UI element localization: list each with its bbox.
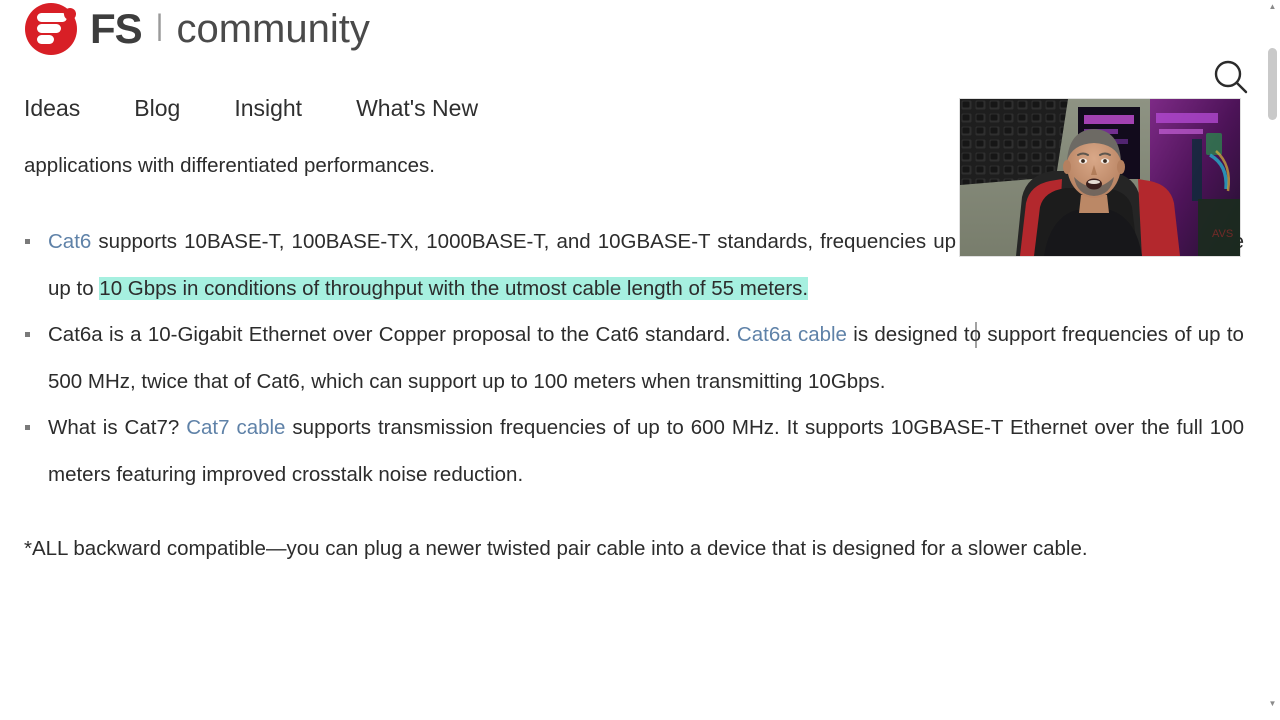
page-scrollbar[interactable]: ▲ ▼ [1265, 0, 1280, 720]
brand-separator: | [155, 9, 164, 42]
svg-text:AVS: AVS [1212, 228, 1233, 240]
webcam-video-overlay[interactable]: AVS [960, 99, 1240, 256]
scroll-down-arrow-icon[interactable]: ▼ [1268, 699, 1277, 708]
brand-community-text: community [176, 7, 370, 51]
scroll-up-arrow-icon[interactable]: ▲ [1268, 2, 1277, 11]
bullet2-text-before: Cat6a is a 10-Gigabit Ethernet over Copp… [48, 323, 737, 346]
footnote-paragraph: *ALL backward compatible—you can plug a … [24, 537, 1088, 560]
search-icon[interactable] [1212, 58, 1250, 96]
brand-logo[interactable]: FS | community [24, 3, 370, 55]
list-item: Cat6a is a 10-Gigabit Ethernet over Copp… [24, 312, 1244, 405]
bullet3-text-before: What is Cat7? [48, 416, 187, 439]
fs-circle-logo-icon [24, 2, 78, 56]
cat7-cable-link[interactable]: Cat7 cable [186, 416, 285, 439]
cat6-link[interactable]: Cat6 [48, 230, 91, 253]
bullet1-highlighted-text: 10 Gbps in conditions of throughput with… [99, 276, 809, 300]
nav-item-ideas[interactable]: Ideas [24, 95, 80, 122]
nav-item-insight[interactable]: Insight [234, 95, 302, 122]
nav-item-whats-new[interactable]: What's New [356, 95, 478, 122]
brand-fs-text: FS [90, 5, 143, 52]
nav-item-blog[interactable]: Blog [134, 95, 180, 122]
cat6a-cable-link[interactable]: Cat6a cable [737, 323, 847, 346]
text-cursor-caret [975, 322, 977, 348]
main-navigation: Ideas Blog Insight What's New [24, 95, 478, 122]
list-item: What is Cat7? Cat7 cable supports transm… [24, 405, 1244, 498]
cable-standards-list: Cat6 supports 10BASE-T, 100BASE-TX, 1000… [24, 219, 1244, 498]
scrollbar-thumb[interactable] [1268, 48, 1277, 120]
